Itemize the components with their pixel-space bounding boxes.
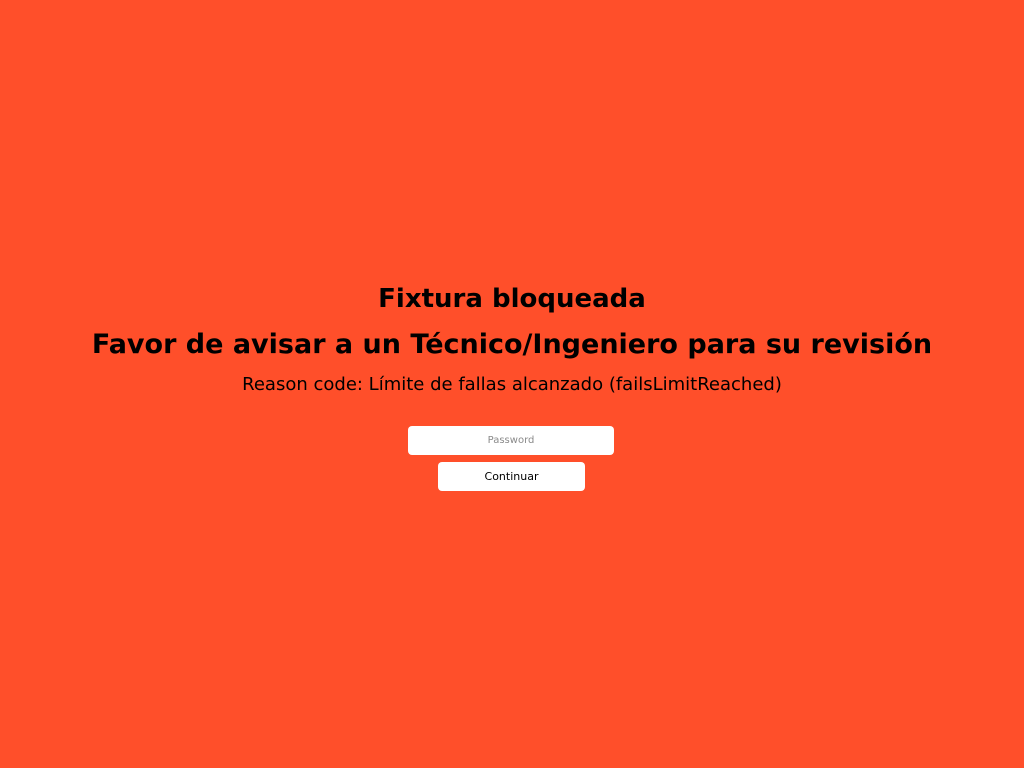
lock-title: Fixtura bloqueada xyxy=(378,284,646,314)
notify-technician-message: Favor de avisar a un Técnico/Ingeniero p… xyxy=(91,329,933,360)
reason-code-text: Reason code: Límite de fallas alcanzado … xyxy=(242,374,782,395)
continue-button[interactable]: Continuar xyxy=(438,462,585,491)
password-input[interactable] xyxy=(408,426,614,455)
fixture-locked-screen: Fixtura bloqueada Favor de avisar a un T… xyxy=(0,0,1024,768)
